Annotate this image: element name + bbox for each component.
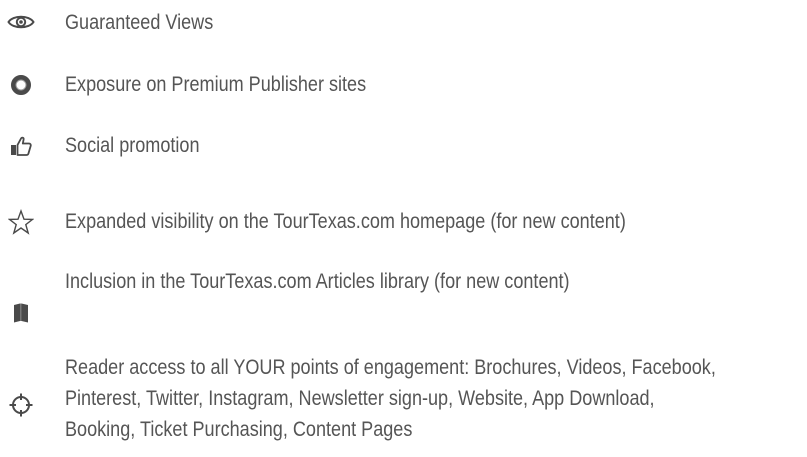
benefit-label: Social promotion — [65, 134, 200, 157]
thumbs-up-icon — [6, 131, 36, 161]
benefit-label: Guaranteed Views — [65, 11, 214, 34]
benefit-label-line-1: Reader access to all YOUR points of enga… — [65, 356, 716, 379]
benefit-label: Expanded visibility on the TourTexas.com… — [65, 210, 626, 233]
eye-icon — [6, 7, 36, 37]
benefit-label: Inclusion in the TourTexas.com Articles … — [65, 270, 570, 293]
benefit-label-line-3: Booking, Ticket Purchasing, Content Page… — [65, 418, 413, 441]
benefit-label: Exposure on Premium Publisher sites — [65, 73, 367, 96]
star-icon — [6, 207, 36, 237]
book-icon — [6, 298, 36, 328]
benefit-label-line-2: Pinterest, Twitter, Instagram, Newslette… — [65, 387, 655, 410]
crosshair-icon — [6, 390, 36, 420]
circle-ring-icon — [6, 70, 36, 100]
